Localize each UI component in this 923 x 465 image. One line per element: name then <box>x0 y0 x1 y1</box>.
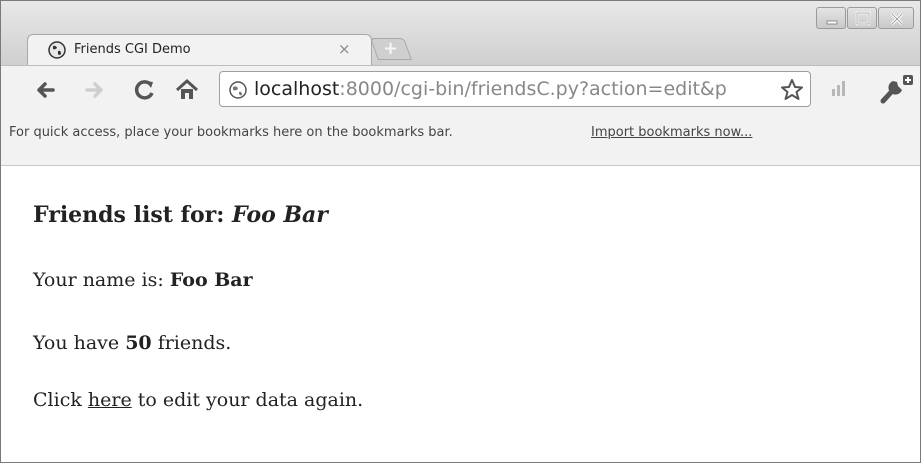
close-window-button[interactable] <box>878 7 914 29</box>
import-bookmarks-link[interactable]: Import bookmarks now... <box>591 125 752 140</box>
url-host: localhost <box>254 78 340 100</box>
friends-suffix: friends. <box>151 332 232 354</box>
page-action-chart-icon[interactable] <box>830 79 848 101</box>
friends-prefix: You have <box>33 332 126 354</box>
name-line: Your name is: Foo Bar <box>33 269 253 291</box>
heading-prefix: Friends list for: <box>33 202 233 228</box>
address-bar[interactable]: localhost:8000/cgi-bin/friendsC.py?actio… <box>219 71 811 107</box>
title-bar: Friends CGI Demo × + <box>1 1 920 66</box>
forward-arrow-icon <box>85 82 103 98</box>
tab-friends-cgi-demo[interactable]: Friends CGI Demo × <box>27 34 372 66</box>
bookmark-star-icon[interactable] <box>780 78 804 106</box>
page-heading: Friends list for: Foo Bar <box>33 202 328 228</box>
reload-icon <box>134 80 154 100</box>
tab-close-icon[interactable]: × <box>338 40 351 58</box>
home-icon <box>175 78 199 99</box>
friends-line: You have 50 friends. <box>33 332 231 354</box>
page-info-icon <box>228 80 248 104</box>
maximize-icon <box>855 11 871 26</box>
forward-button[interactable] <box>81 76 109 104</box>
plus-icon: + <box>383 38 399 59</box>
bookmarks-bar: For quick access, place your bookmarks h… <box>1 113 920 166</box>
heading-name: Foo Bar <box>232 202 328 228</box>
browser-window: Friends CGI Demo × + localhost:8000/cgi-… <box>0 0 921 463</box>
minimize-button[interactable] <box>816 7 846 29</box>
edit-link[interactable]: here <box>88 389 132 411</box>
browser-toolbar: localhost:8000/cgi-bin/friendsC.py?actio… <box>1 65 920 114</box>
name-value: Foo Bar <box>169 269 253 291</box>
page-content: Friends list for: Foo Bar Your name is: … <box>1 166 920 462</box>
home-button[interactable] <box>173 76 201 104</box>
edit-prefix: Click <box>33 389 88 411</box>
url-path: :8000/cgi-bin/friendsC.py?action=edit&p <box>339 78 727 100</box>
back-button[interactable] <box>31 76 59 104</box>
globe-icon <box>48 41 66 59</box>
edit-line: Click here to edit your data again. <box>33 389 363 411</box>
close-icon <box>890 12 904 26</box>
tab-title: Friends CGI Demo <box>74 42 191 57</box>
url-text[interactable]: localhost:8000/cgi-bin/friendsC.py?actio… <box>254 78 774 102</box>
bookmarks-hint: For quick access, place your bookmarks h… <box>9 125 453 140</box>
edit-suffix: to edit your data again. <box>131 389 364 411</box>
minimize-icon <box>826 20 838 25</box>
wrench-menu-icon[interactable] <box>877 71 917 109</box>
reload-button[interactable] <box>131 76 159 104</box>
name-prefix: Your name is: <box>33 269 170 291</box>
new-tab-button[interactable]: + <box>369 38 413 60</box>
maximize-button[interactable] <box>847 7 877 29</box>
friends-count: 50 <box>125 332 152 354</box>
back-arrow-icon <box>37 82 55 98</box>
